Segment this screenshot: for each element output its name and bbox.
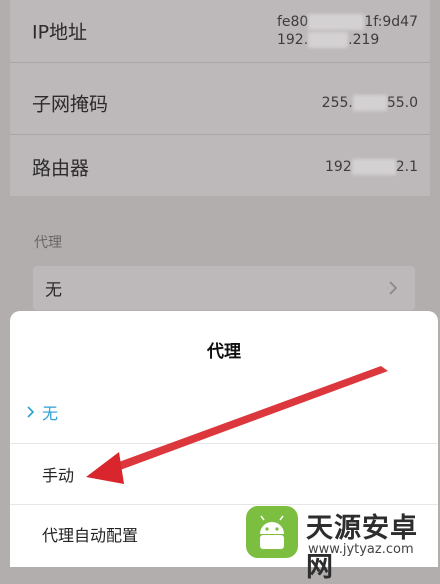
proxy-option-manual[interactable]: 手动 xyxy=(10,445,438,503)
ip-address-value: fe80 1f:9d47 192. .219 xyxy=(277,13,418,49)
watermark-url: www.jytyaz.com xyxy=(308,542,414,557)
router-value: 192 2.1 xyxy=(325,158,418,176)
subnet-mask-row: 子网掩码 255. 55.0 xyxy=(10,72,430,135)
proxy-option-none[interactable]: 无 xyxy=(10,383,438,441)
option-label: 无 xyxy=(42,404,59,423)
proxy-settings-screen: IP地址 fe80 1f:9d47 192. .219 子网掩码 255. 55.0 … xyxy=(0,0,440,583)
watermark: 天源安卓网 www.jytyaz.com xyxy=(246,500,436,583)
chevron-selected-icon xyxy=(27,406,35,418)
router-value-start: 192 xyxy=(325,159,352,175)
option-label: 代理自动配置 xyxy=(42,526,139,545)
network-info-card: IP地址 fe80 1f:9d47 192. .219 子网掩码 255. 55.0 … xyxy=(10,0,430,196)
option-label: 手动 xyxy=(42,466,75,485)
sheet-title: 代理 xyxy=(207,342,241,362)
redaction-blur xyxy=(351,159,396,175)
ip-value-line2-start: 192. xyxy=(276,32,309,48)
proxy-section-label: 代理 xyxy=(34,235,62,251)
router-value-end: 2.1 xyxy=(395,159,418,175)
subnet-mask-value: 255. 55.0 xyxy=(322,94,418,112)
redaction-blur xyxy=(308,32,349,48)
ip-address-label: IP地址 xyxy=(32,21,88,44)
ip-value-line1-end: 1f:9d47 xyxy=(364,14,418,30)
router-row: 路由器 192 2.1 xyxy=(10,136,430,198)
proxy-current-value: 无 xyxy=(45,280,62,301)
subnet-mask-label: 子网掩码 xyxy=(32,93,109,116)
subnet-value-end: 55.0 xyxy=(386,95,418,111)
chevron-right-icon xyxy=(389,281,398,295)
proxy-selector[interactable]: 无 xyxy=(33,266,415,310)
android-robot-icon xyxy=(260,515,284,549)
ip-value-line2-end: .219 xyxy=(348,32,380,48)
ip-address-row: IP地址 fe80 1f:9d47 192. .219 xyxy=(10,0,430,63)
watermark-logo xyxy=(246,506,298,558)
subnet-value-start: 255. xyxy=(321,95,353,111)
router-label: 路由器 xyxy=(32,157,90,180)
divider xyxy=(10,443,438,444)
ip-value-line1-start: fe80 xyxy=(276,14,309,30)
redaction-blur xyxy=(308,14,365,30)
redaction-blur xyxy=(352,95,387,111)
